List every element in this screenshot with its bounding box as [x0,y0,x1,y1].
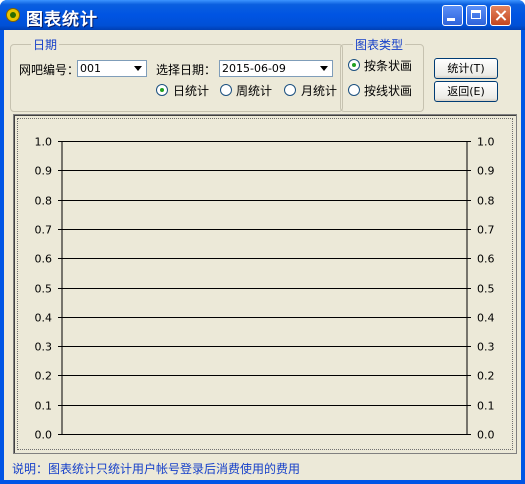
title-bar[interactable]: 图表统计 [0,0,525,30]
y-tick-label-left: 0.3 [35,341,53,354]
y-tick-label-left: 0.7 [35,224,53,237]
week-stats-radio[interactable] [220,84,232,96]
close-button[interactable] [490,5,511,26]
chevron-down-icon[interactable] [316,61,332,76]
y-tick-label-left: 0.5 [35,283,53,296]
date-group: 日期 [10,36,343,112]
y-tick-label-right: 0.2 [477,370,495,383]
date-group-legend: 日期 [31,36,60,53]
week-stats-label[interactable]: 周统计 [236,82,272,99]
chart-panel: 0.0 0.0 0.1 0.1 0.2 0.2 0.3 0.3 0.4 0.4 0.5 0.5 0.6 0… [13,114,517,454]
y-tick-label-right: 1.0 [477,136,495,149]
window: 图表统计 日期 网吧编号： 001 选择日期： 2015-06-09 日统计 周… [0,0,525,484]
line-chart-label[interactable]: 按线状画 [364,82,412,99]
date-value: 2015-06-09 [222,62,286,75]
y-tick-label-left: 0.1 [35,400,53,413]
stats-button[interactable]: 统计(T) [434,58,498,79]
client-area: 日期 网吧编号： 001 选择日期： 2015-06-09 日统计 周统计 月统… [4,30,521,480]
chart-plot: 0.0 0.0 0.1 0.1 0.2 0.2 0.3 0.3 0.4 0.4 0.5 0.5 0.6 0… [35,136,495,442]
y-tick-label-left: 0.2 [35,370,53,383]
line-chart-radio[interactable] [348,84,360,96]
chart-type-legend: 图表类型 [353,36,406,53]
date-picker[interactable]: 2015-06-09 [219,60,333,77]
cafe-number-select[interactable]: 001 [77,60,147,77]
maximize-button[interactable] [466,5,487,26]
y-tick-label-right: 0.0 [477,429,495,442]
day-stats-radio[interactable] [156,84,168,96]
window-title: 图表统计 [26,10,98,30]
y-tick-label-left: 1.0 [35,136,53,149]
chevron-down-icon[interactable] [130,61,146,76]
y-tick-label-right: 0.8 [477,195,495,208]
cafe-number-label: 网吧编号： [19,63,80,77]
y-tick-label-left: 0.9 [35,165,53,178]
month-stats-radio[interactable] [284,84,296,96]
y-tick-label-right: 0.5 [477,283,495,296]
y-tick-label-right: 0.6 [477,253,495,266]
chart-type-group: 图表类型 [340,36,424,112]
date-label: 选择日期： [156,63,217,77]
minimize-button[interactable] [442,5,463,26]
cafe-number-value: 001 [80,62,101,75]
y-tick-label-right: 0.3 [477,341,495,354]
footer-note: 说明：图表统计只统计用户帐号登录后消费使用的费用 [12,462,301,476]
y-tick-label-left: 0.0 [35,429,53,442]
y-tick-label-left: 0.4 [35,312,53,325]
bar-chart-radio[interactable] [348,59,360,71]
app-icon [6,8,20,22]
back-button[interactable]: 返回(E) [434,81,498,102]
y-tick-label-right: 0.7 [477,224,495,237]
y-tick-label-left: 0.6 [35,253,53,266]
day-stats-label[interactable]: 日统计 [173,82,209,99]
y-tick-label-right: 0.1 [477,400,495,413]
bar-chart-label[interactable]: 按条状画 [364,57,412,74]
y-tick-label-left: 0.8 [35,195,53,208]
y-tick-label-right: 0.9 [477,165,495,178]
month-stats-label[interactable]: 月统计 [301,82,337,99]
y-tick-label-right: 0.4 [477,312,495,325]
